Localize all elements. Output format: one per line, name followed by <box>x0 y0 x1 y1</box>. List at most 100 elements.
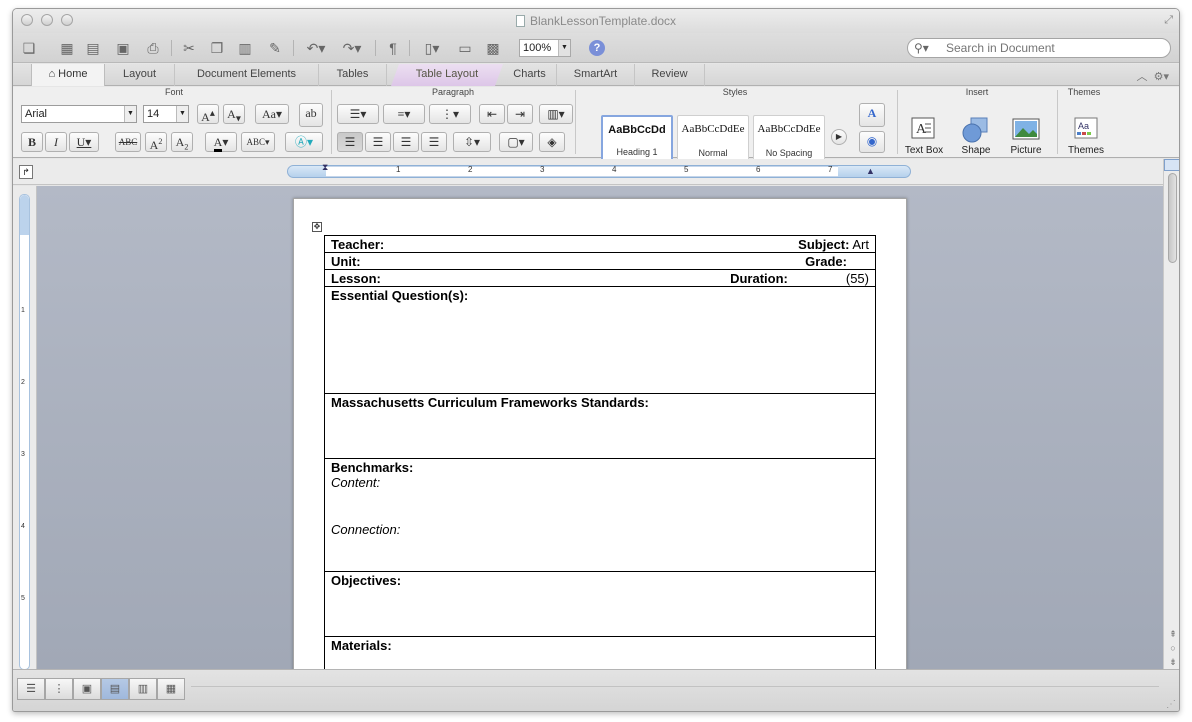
notebook-view-button[interactable]: ▥ <box>129 678 157 700</box>
table-cell[interactable]: Teacher: Subject: Art <box>324 235 876 253</box>
chevron-down-icon[interactable]: ▼ <box>558 40 570 56</box>
redo-icon[interactable]: ↷▾ <box>337 38 367 58</box>
chevron-down-icon[interactable]: ▼ <box>176 106 188 122</box>
search-box[interactable]: ⚲▾ <box>907 38 1171 58</box>
tab-selector-icon[interactable]: ↱ <box>19 165 33 179</box>
strikethrough-button[interactable]: ABC <box>115 132 141 152</box>
horizontal-scrollbar[interactable] <box>191 686 1159 700</box>
indent-marker-icon[interactable]: ⧗ <box>322 162 328 173</box>
text-effects-button[interactable]: Ⓐ▾ <box>285 132 323 152</box>
insert-picture-button[interactable]: Picture <box>1001 115 1051 156</box>
document-page[interactable]: ✥ Teacher: Subject: Art Unit: Grade: Les… <box>293 198 907 669</box>
outline-view-button[interactable]: ⋮ <box>45 678 73 700</box>
bullets-button[interactable]: ☰▾ <box>337 104 379 124</box>
justify-button[interactable]: ☰ <box>421 132 447 152</box>
vertical-scrollbar[interactable]: ⇞ ○ ⇟ <box>1163 159 1179 669</box>
style-normal[interactable]: AaBbCcDdEe Normal <box>677 115 749 161</box>
shading-button[interactable]: ◈ <box>539 132 565 152</box>
table-cell[interactable]: Benchmarks: Content: Connection: <box>324 458 876 572</box>
font-size-select[interactable]: 14 ▼ <box>143 105 189 123</box>
manage-styles-icon[interactable]: ◉ <box>859 131 885 153</box>
align-left-button[interactable]: ☰ <box>337 132 363 152</box>
split-view-icon[interactable] <box>1164 159 1179 171</box>
tab-table-layout[interactable]: Table Layout <box>391 64 503 86</box>
align-right-button[interactable]: ☰ <box>393 132 419 152</box>
help-icon[interactable]: ? <box>589 40 605 56</box>
tab-layout[interactable]: Layout <box>105 64 175 86</box>
tab-smartart[interactable]: SmartArt <box>557 64 635 86</box>
table-move-handle-icon[interactable]: ✥ <box>312 222 322 232</box>
font-name-select[interactable]: Arial ▼ <box>21 105 137 123</box>
increase-indent-button[interactable]: ⇥ <box>507 104 533 124</box>
format-painter-icon[interactable]: ✎ <box>265 38 285 58</box>
sidebar-icon[interactable]: ▯▾ <box>417 38 447 58</box>
table-cell[interactable]: Unit: Grade: <box>324 252 876 270</box>
style-heading-1[interactable]: AaBbCcDd Heading 1 <box>601 115 673 161</box>
numbering-button[interactable]: ≡▾ <box>383 104 425 124</box>
search-input[interactable] <box>946 41 1156 55</box>
table-cell[interactable]: Massachusetts Curriculum Frameworks Stan… <box>324 393 876 459</box>
table-cell[interactable]: Lesson: Duration: (55) <box>324 269 876 287</box>
ribbon-options-icon[interactable]: ︿ ⚙▾ <box>1137 68 1170 84</box>
previous-page-icon[interactable]: ⇞ <box>1167 629 1179 640</box>
toolbox-icon[interactable]: ▭ <box>455 38 475 58</box>
zoom-select[interactable]: 100% ▼ <box>519 39 571 57</box>
clear-formatting-button[interactable]: ab <box>299 103 323 127</box>
highlight-button[interactable]: ABC▾ <box>241 132 275 152</box>
tab-home[interactable]: ⌂ Home <box>31 64 105 86</box>
themes-button[interactable]: Aa Themes <box>1061 115 1111 156</box>
print-layout-view-button[interactable]: ▤ <box>101 678 129 700</box>
scrollbar-thumb[interactable] <box>1168 173 1177 263</box>
open-icon[interactable]: ▤ <box>83 38 103 58</box>
insert-text-box-button[interactable]: A Text Box <box>899 115 949 156</box>
table-cell[interactable]: Objectives: <box>324 571 876 637</box>
underline-button[interactable]: U▾ <box>69 132 99 152</box>
save-icon[interactable]: ▣ <box>113 38 133 58</box>
subscript-button[interactable]: A2 <box>171 132 193 152</box>
publishing-view-button[interactable]: ▣ <box>73 678 101 700</box>
lesson-table[interactable]: Teacher: Subject: Art Unit: Grade: Lesso… <box>324 235 876 669</box>
line-spacing-button[interactable]: ⇳▾ <box>453 132 491 152</box>
italic-button[interactable]: I <box>45 132 67 152</box>
browse-object-icon[interactable]: ○ <box>1167 643 1179 653</box>
styles-next-button[interactable]: ▶ <box>831 129 847 145</box>
tab-tables[interactable]: Tables <box>319 64 387 86</box>
tab-review[interactable]: Review <box>635 64 705 86</box>
chevron-down-icon[interactable]: ▼ <box>124 106 136 122</box>
tab-charts[interactable]: Charts <box>503 64 557 86</box>
paste-icon[interactable]: ▥ <box>235 38 255 58</box>
shrink-font-button[interactable]: A▾ <box>223 104 245 124</box>
draft-view-button[interactable]: ☰ <box>17 678 45 700</box>
copy-icon[interactable]: ❐ <box>207 38 227 58</box>
undo-icon[interactable]: ↶▾ <box>301 38 331 58</box>
next-page-icon[interactable]: ⇟ <box>1167 657 1179 668</box>
style-no-spacing[interactable]: AaBbCcDdEe No Spacing <box>753 115 825 161</box>
align-center-button[interactable]: ☰ <box>365 132 391 152</box>
columns-button[interactable]: ▥▾ <box>539 104 573 124</box>
change-case-button[interactable]: Aa▾ <box>255 104 289 124</box>
table-cell[interactable]: Essential Question(s): <box>324 286 876 394</box>
search-icon[interactable]: ⚲▾ <box>914 41 929 55</box>
font-color-button[interactable]: A▾ <box>205 132 237 152</box>
templates-icon[interactable]: ▦ <box>57 38 77 58</box>
vertical-ruler[interactable]: 1 2 3 4 5 <box>13 186 37 670</box>
fullscreen-icon[interactable]: ⤢ <box>1164 14 1173 27</box>
grow-font-button[interactable]: A▴ <box>197 104 219 124</box>
cut-icon[interactable]: ✂ <box>179 38 199 58</box>
borders-button[interactable]: ▢▾ <box>499 132 533 152</box>
full-screen-view-button[interactable]: ▦ <box>157 678 185 700</box>
table-cell[interactable]: Materials: <box>324 636 876 669</box>
right-indent-marker-icon[interactable]: ▲ <box>866 166 875 176</box>
horizontal-ruler[interactable]: 1 2 3 4 5 6 7 ⧗ ▲ <box>287 162 911 178</box>
multilevel-list-button[interactable]: ⋮▾ <box>429 104 471 124</box>
media-browser-icon[interactable]: ▩ <box>483 38 503 58</box>
decrease-indent-button[interactable]: ⇤ <box>479 104 505 124</box>
print-icon[interactable]: ⎙ <box>143 38 163 58</box>
bold-button[interactable]: B <box>21 132 43 152</box>
tab-document-elements[interactable]: Document Elements <box>175 64 319 86</box>
show-formatting-icon[interactable]: ¶ <box>383 38 403 58</box>
styles-pane-icon[interactable]: A <box>859 103 885 127</box>
insert-shape-button[interactable]: Shape <box>951 115 1001 156</box>
resize-grip-icon[interactable]: ⋰ <box>1166 699 1176 710</box>
new-document-icon[interactable]: ❏ <box>19 38 39 58</box>
